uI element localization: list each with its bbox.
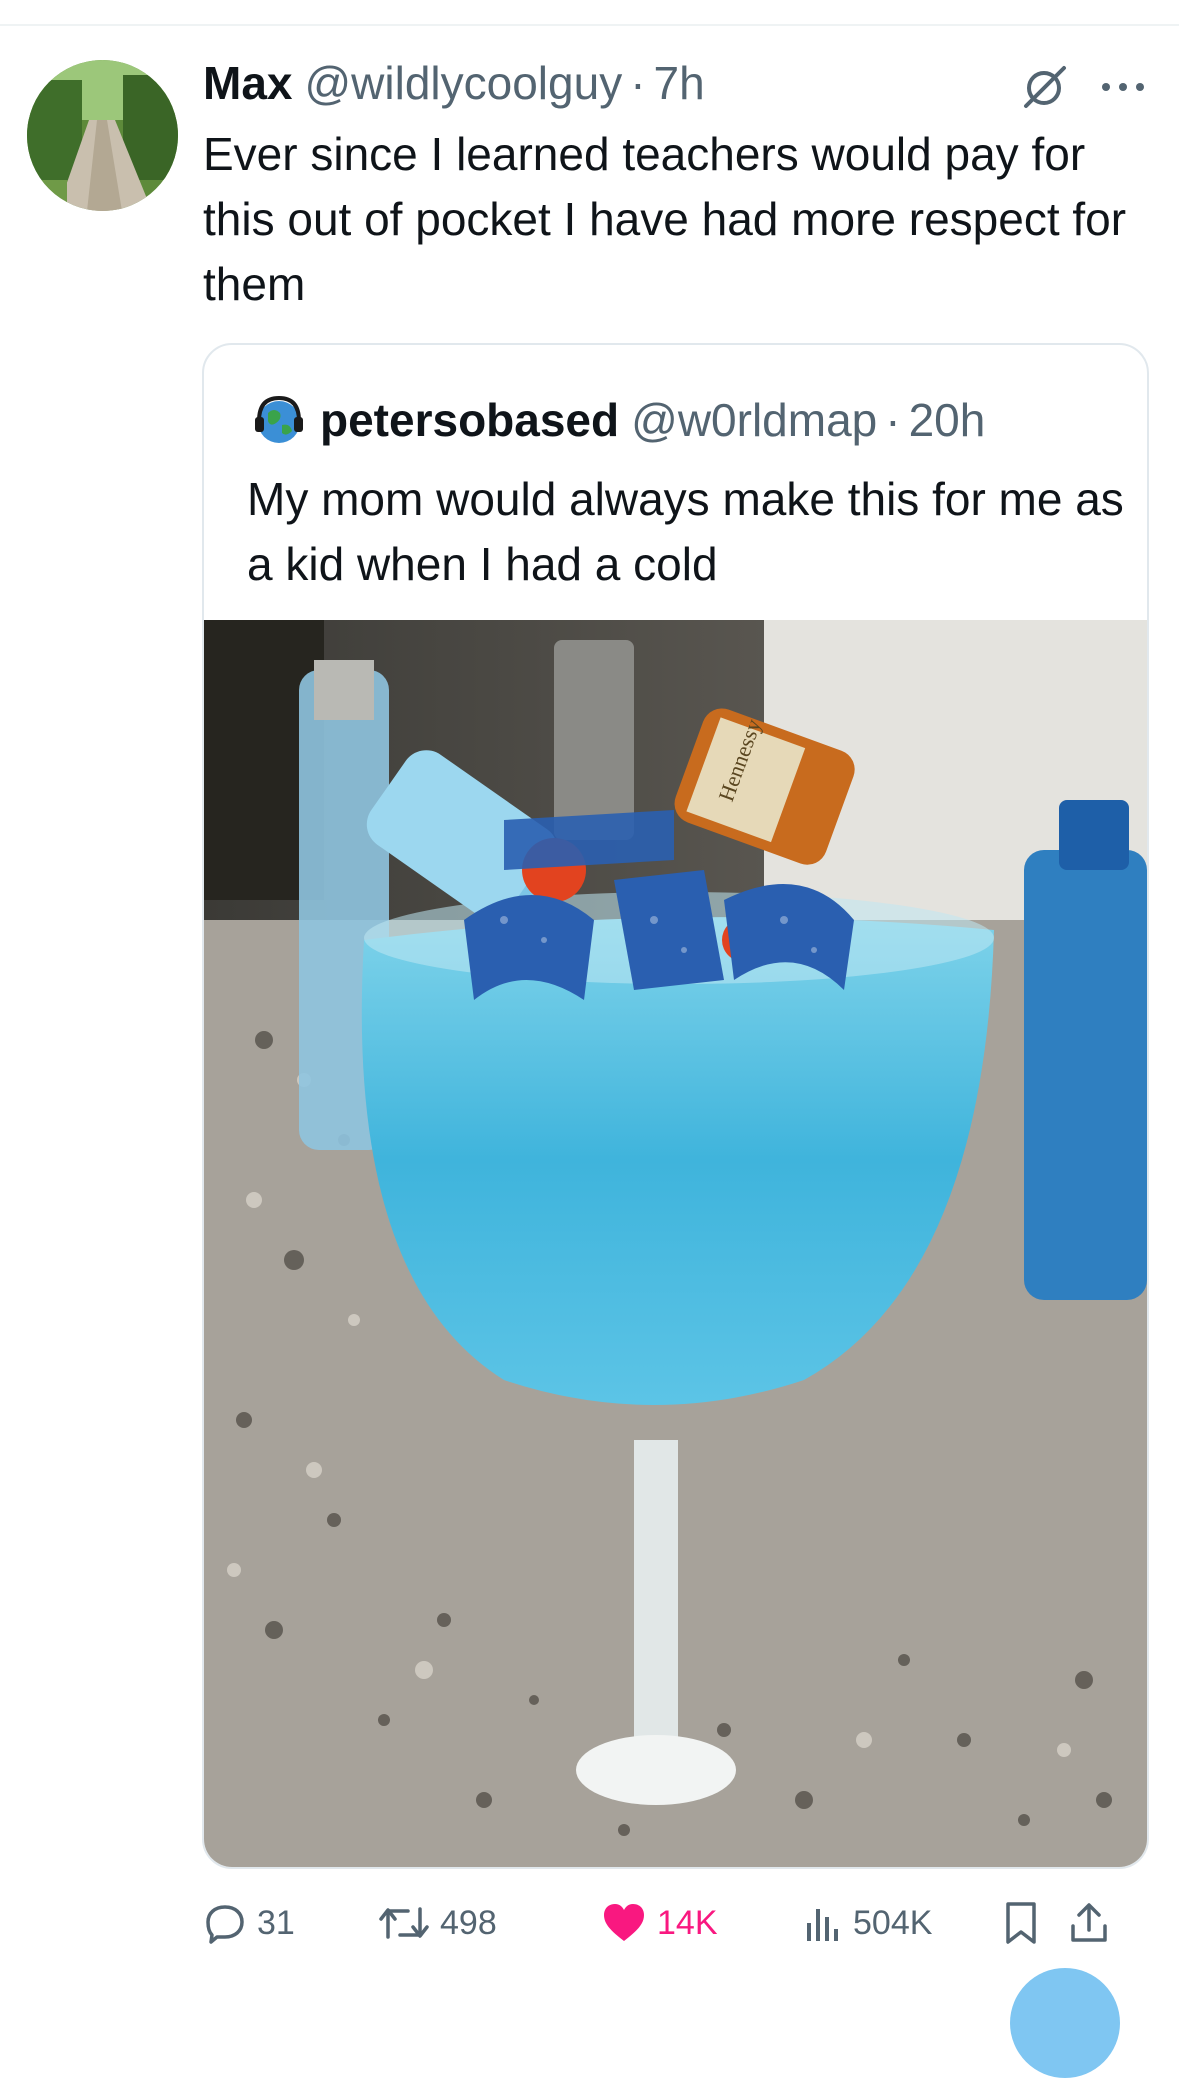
retweet-button[interactable]: 498 <box>378 1893 497 1953</box>
quoted-author-name[interactable]: petersobased <box>320 393 619 447</box>
share-button[interactable] <box>1069 1893 1119 1953</box>
quoted-tweet-header: petersobased @w0rldmap · 20h <box>320 391 985 449</box>
views-chart-icon <box>807 1909 838 1941</box>
author-avatar[interactable] <box>27 60 178 211</box>
separator-dot: · <box>885 394 901 446</box>
quoted-tweet-timestamp[interactable]: 20h <box>909 393 986 447</box>
reply-count: 31 <box>257 1903 295 1942</box>
separator-dot: · <box>630 57 646 109</box>
more-options-icon[interactable] <box>1098 72 1148 102</box>
retweet-icon <box>379 1907 429 1939</box>
quoted-author-handle[interactable]: @w0rldmap <box>631 393 877 447</box>
reply-button[interactable]: 31 <box>203 1893 295 1953</box>
author-name[interactable]: Max <box>203 56 292 110</box>
retweet-count: 498 <box>440 1903 497 1942</box>
bookmark-icon <box>1006 1902 1036 1944</box>
reply-icon <box>206 1905 244 1944</box>
globe-headphones-avatar-icon[interactable] <box>252 393 306 447</box>
tweet-text: Ever since I learned teachers would pay … <box>203 128 1127 310</box>
top-divider <box>0 24 1179 26</box>
bookmark-button[interactable] <box>1003 1893 1049 1953</box>
views-button[interactable]: 504K <box>803 1893 932 1953</box>
tweet-action-bar: 31 498 14K 504K <box>203 1893 1153 1953</box>
grok-icon[interactable] <box>1020 62 1070 112</box>
author-handle[interactable]: @wildlycoolguy <box>304 56 622 110</box>
like-button[interactable]: 14K <box>601 1893 718 1953</box>
heart-icon <box>604 1904 644 1941</box>
tweet-header: Max @wildlycoolguy · 7h <box>203 56 705 110</box>
quoted-tweet-photo[interactable]: Hennessy <box>204 620 1147 1867</box>
share-icon <box>1071 1903 1107 1942</box>
views-count: 504K <box>853 1903 933 1942</box>
tweet-timestamp[interactable]: 7h <box>654 56 705 110</box>
quoted-tweet-text: My mom would always make this for me as … <box>247 473 1124 590</box>
quoted-tweet-card[interactable]: petersobased @w0rldmap · 20h My mom woul… <box>202 343 1149 1869</box>
like-count: 14K <box>657 1903 718 1942</box>
